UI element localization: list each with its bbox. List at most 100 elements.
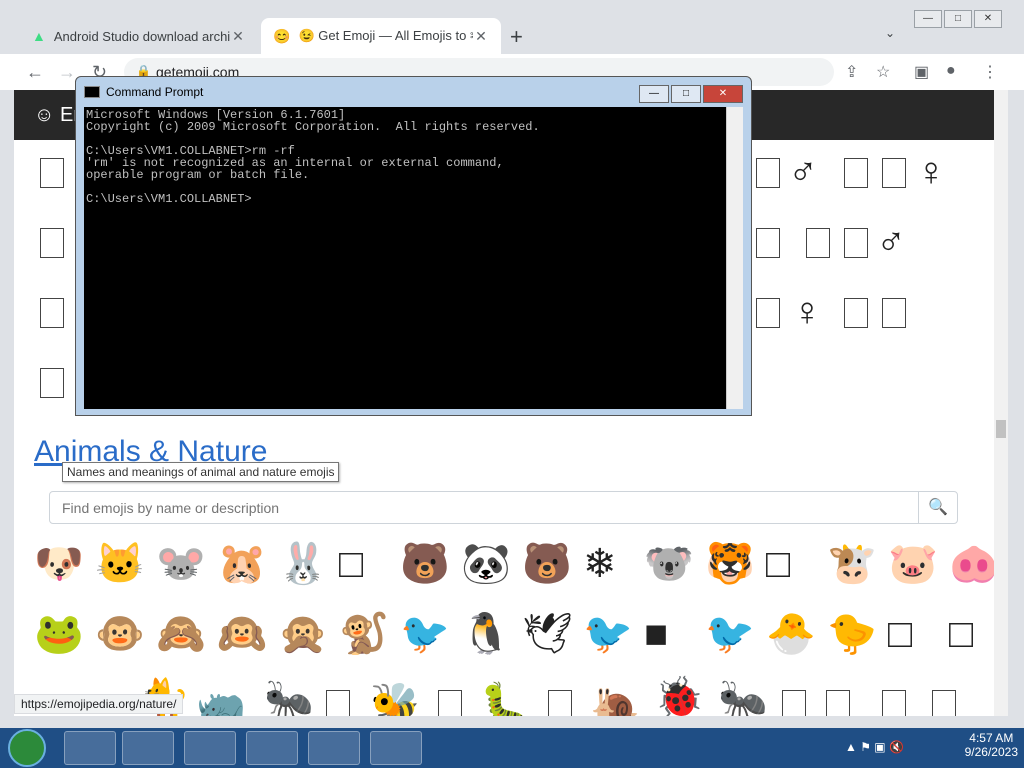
cmd-titlebar[interactable]: Command Prompt bbox=[84, 85, 203, 99]
missing-glyph-box[interactable] bbox=[40, 158, 64, 188]
search-button[interactable]: 🔍 bbox=[918, 491, 958, 524]
cmd-scrollbar[interactable] bbox=[726, 107, 743, 409]
chrome-taskbar-icon[interactable] bbox=[246, 731, 298, 765]
snail-emoji[interactable]: 🐌 bbox=[590, 690, 640, 716]
missing-glyph-box[interactable] bbox=[882, 690, 906, 716]
emoji-item[interactable]: 🐦 bbox=[583, 614, 633, 654]
missing-glyph-box[interactable] bbox=[882, 298, 906, 328]
missing-glyph-box[interactable] bbox=[40, 228, 64, 258]
close-icon[interactable]: ✕ bbox=[473, 28, 489, 45]
emoji-item[interactable]: □ bbox=[888, 614, 912, 654]
emoji-item[interactable]: 🐮 bbox=[827, 544, 877, 584]
emoji-item[interactable]: ■ bbox=[644, 614, 668, 654]
close-icon[interactable]: ✕ bbox=[230, 28, 246, 45]
emoji-item[interactable]: 🙊 bbox=[278, 614, 328, 654]
close-button[interactable]: ✕ bbox=[974, 10, 1002, 28]
centipede-emoji[interactable]: 🐛 bbox=[480, 684, 530, 716]
emoji-item[interactable]: 🐼 bbox=[461, 544, 511, 584]
missing-glyph-box[interactable] bbox=[326, 690, 350, 716]
male-sign-icon[interactable]: ♂ bbox=[788, 152, 818, 192]
tab-search-icon[interactable]: ⌄ bbox=[885, 26, 895, 40]
ie-taskbar-icon[interactable] bbox=[64, 731, 116, 765]
profile-icon[interactable]: ● bbox=[946, 62, 956, 80]
emoji-item[interactable]: 🐷 bbox=[888, 544, 938, 584]
cmd-minimize-button[interactable]: — bbox=[639, 85, 669, 103]
bug-emoji[interactable]: 🐜 bbox=[264, 680, 314, 716]
missing-glyph-box[interactable] bbox=[756, 228, 780, 258]
emoji-item[interactable]: □ bbox=[766, 544, 790, 584]
missing-glyph-box[interactable] bbox=[756, 298, 780, 328]
sidepanel-icon[interactable]: ▣ bbox=[914, 62, 929, 82]
emoji-item[interactable]: 🐻 bbox=[522, 544, 572, 584]
emoji-item[interactable]: 🐯 bbox=[705, 544, 755, 584]
emoji-item[interactable]: 🐦 bbox=[705, 614, 755, 654]
tray-icons[interactable]: ▲ ⚑ ▣ 🔇 bbox=[845, 740, 904, 754]
menu-icon[interactable]: ⋮ bbox=[982, 62, 998, 82]
emoji-item[interactable]: □ bbox=[339, 544, 363, 584]
command-prompt-window[interactable]: Command Prompt — □ ✕ Microsoft Windows [… bbox=[75, 76, 752, 416]
missing-glyph-box[interactable] bbox=[806, 228, 830, 258]
emoji-item[interactable]: 🐧 bbox=[461, 614, 511, 654]
emoji-item[interactable]: ❄ bbox=[583, 544, 617, 584]
minimize-button[interactable]: — bbox=[914, 10, 942, 28]
emoji-item[interactable]: 🙈 bbox=[156, 614, 206, 654]
cmd-taskbar-icon[interactable] bbox=[370, 731, 422, 765]
emoji-item[interactable]: 🐭 bbox=[156, 544, 206, 584]
rhino-emoji[interactable]: 🦏 bbox=[196, 688, 246, 716]
missing-glyph-box[interactable] bbox=[756, 158, 780, 188]
cmd-close-button[interactable]: ✕ bbox=[703, 85, 743, 103]
missing-glyph-box[interactable] bbox=[844, 158, 868, 188]
ant-emoji[interactable]: 🐜 bbox=[718, 680, 768, 716]
emoji-item[interactable]: 🐦 bbox=[400, 614, 450, 654]
emoji-item[interactable]: 🙉 bbox=[217, 614, 267, 654]
emoji-item[interactable]: 🐽 bbox=[949, 544, 994, 584]
missing-glyph-box[interactable] bbox=[40, 368, 64, 398]
maximize-button[interactable]: □ bbox=[944, 10, 972, 28]
tab-get-emoji[interactable]: 😊 😉 Get Emoji — All Emojis to ✂ C ✕ bbox=[261, 18, 501, 54]
missing-glyph-box[interactable] bbox=[844, 228, 868, 258]
forward-icon[interactable]: → bbox=[58, 62, 76, 83]
cmd-console-output[interactable]: Microsoft Windows [Version 6.1.7601] Cop… bbox=[84, 107, 726, 409]
emoji-item[interactable]: □ bbox=[949, 614, 973, 654]
back-icon[interactable]: ← bbox=[26, 62, 44, 83]
male-sign-icon[interactable]: ♂ bbox=[876, 222, 906, 262]
emoji-item[interactable]: 🐣 bbox=[766, 614, 816, 654]
scrollbar-thumb[interactable] bbox=[996, 420, 1006, 438]
missing-glyph-box[interactable] bbox=[548, 690, 572, 716]
emoji-item[interactable]: 🕊 bbox=[522, 614, 573, 654]
explorer-taskbar-icon[interactable] bbox=[122, 731, 174, 765]
emoji-item[interactable]: 🐤 bbox=[827, 614, 877, 654]
emoji-item[interactable]: 🐵 bbox=[95, 614, 145, 654]
missing-glyph-box[interactable] bbox=[932, 690, 956, 716]
missing-glyph-box[interactable] bbox=[826, 690, 850, 716]
missing-glyph-box[interactable] bbox=[844, 298, 868, 328]
android-icon: ▲ bbox=[32, 28, 46, 44]
new-tab-button[interactable]: + bbox=[510, 24, 523, 50]
star-icon[interactable]: ☆ bbox=[876, 62, 890, 82]
page-scrollbar[interactable] bbox=[994, 90, 1008, 716]
female-sign-icon[interactable]: ♀ bbox=[916, 152, 946, 192]
notepad-taskbar-icon[interactable] bbox=[308, 731, 360, 765]
bee-emoji[interactable]: 🐝 bbox=[370, 684, 420, 716]
emoji-item[interactable]: 🐶 bbox=[34, 544, 84, 584]
search-input[interactable] bbox=[49, 491, 919, 524]
start-button[interactable] bbox=[8, 729, 46, 767]
media-taskbar-icon[interactable] bbox=[184, 731, 236, 765]
missing-glyph-box[interactable] bbox=[782, 690, 806, 716]
emoji-item[interactable]: 🐱 bbox=[95, 544, 145, 584]
share-icon[interactable]: ⇪ bbox=[845, 62, 858, 82]
emoji-item[interactable]: 🐰 bbox=[278, 544, 328, 584]
missing-glyph-box[interactable] bbox=[882, 158, 906, 188]
emoji-item[interactable]: 🐹 bbox=[217, 544, 267, 584]
missing-glyph-box[interactable] bbox=[40, 298, 64, 328]
tab-android-studio[interactable]: ▲ Android Studio download archiv ✕ bbox=[20, 18, 258, 54]
emoji-item[interactable]: 🐒 bbox=[339, 614, 389, 654]
emoji-item[interactable]: 🐻 bbox=[400, 544, 450, 584]
cmd-maximize-button[interactable]: □ bbox=[671, 85, 701, 103]
female-sign-icon[interactable]: ♀ bbox=[792, 292, 822, 332]
ladybug-emoji[interactable]: 🐞 bbox=[654, 678, 704, 716]
missing-glyph-box[interactable] bbox=[438, 690, 462, 716]
clock[interactable]: 4:57 AM 9/26/2023 bbox=[965, 731, 1018, 759]
emoji-item[interactable]: 🐸 bbox=[34, 614, 84, 654]
emoji-item[interactable]: 🐨 bbox=[644, 544, 694, 584]
